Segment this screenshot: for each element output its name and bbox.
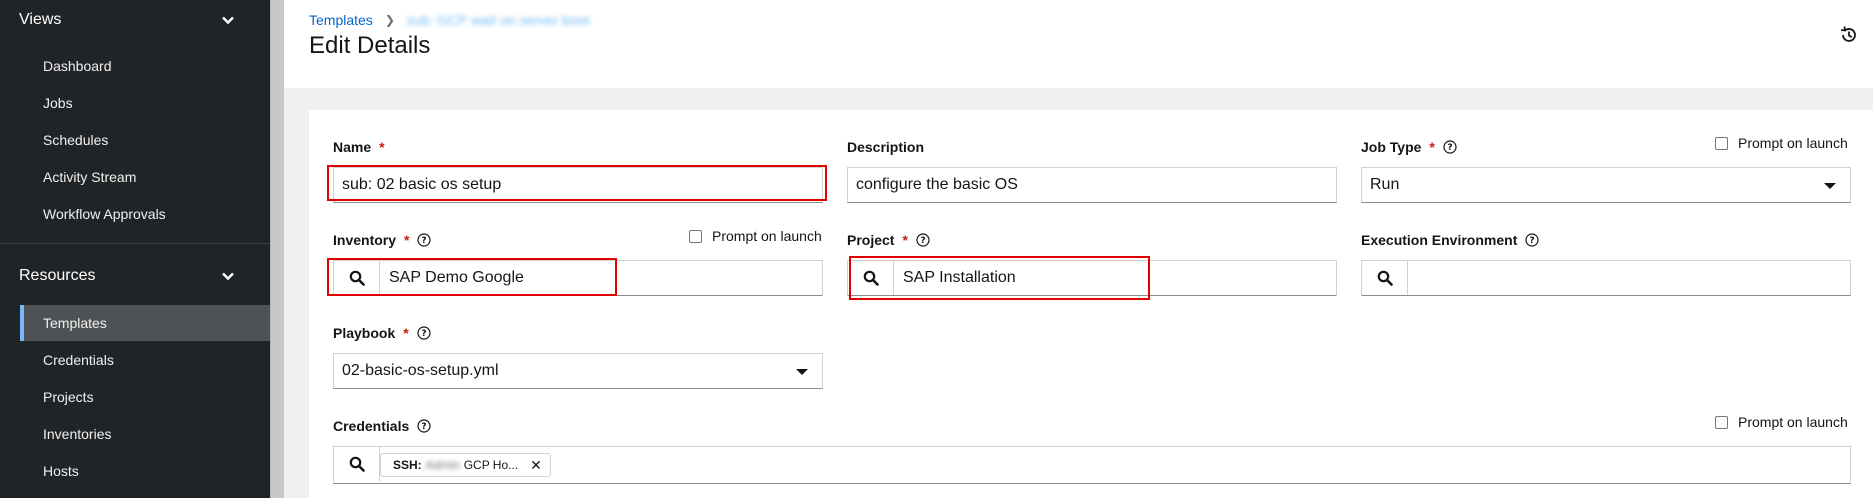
playbook-label-text: Playbook [333, 325, 396, 341]
svg-text:?: ? [1447, 143, 1452, 153]
svg-text:?: ? [422, 236, 427, 246]
job-type-prompt-checkbox[interactable]: Prompt on launch [1715, 135, 1848, 151]
credentials-label-text: Credentials [333, 418, 410, 434]
credential-chip-redacted: Admin [425, 458, 460, 472]
job-type-label: Job Type * ? [1361, 139, 1457, 155]
sidebar-item-templates[interactable]: Templates [20, 305, 270, 341]
help-icon[interactable]: ? [1443, 140, 1457, 154]
name-field[interactable]: sub: 02 basic os setup [333, 167, 823, 203]
job-type-label-text: Job Type [1361, 139, 1422, 155]
required-marker: * [902, 232, 908, 248]
credential-chip-type: SSH: [393, 458, 422, 472]
checkbox[interactable] [689, 229, 702, 243]
execution-environment-label: Execution Environment ? [1361, 232, 1539, 248]
sidebar-item-jobs[interactable]: Jobs [20, 85, 270, 121]
playbook-value: 02-basic-os-setup.yml [342, 362, 499, 379]
project-label-text: Project [847, 232, 895, 248]
job-type-value: Run [1370, 176, 1400, 193]
help-icon[interactable]: ? [417, 326, 431, 340]
sidebar-divider [0, 243, 270, 244]
credential-chip[interactable]: SSH: Admin GCP Ho... ✕ [380, 453, 551, 477]
inventory-value[interactable]: SAP Demo Google [389, 261, 524, 295]
sidebar: Views Dashboard Jobs Schedules Activity … [0, 0, 270, 498]
search-icon [349, 456, 365, 472]
description-label-text: Description [847, 139, 925, 155]
inventory-prompt-label: Prompt on launch [712, 228, 822, 244]
caret-down-icon [796, 369, 808, 375]
svg-text:?: ? [920, 236, 925, 246]
search-icon [1377, 270, 1393, 286]
sidebar-item-inventories[interactable]: Inventories [20, 416, 270, 452]
breadcrumb-separator-icon: ❯ [384, 13, 395, 27]
inventory-label-text: Inventory [333, 232, 397, 248]
playbook-label: Playbook * ? [333, 325, 431, 341]
nav-group-resources-label: Resources [19, 267, 96, 284]
svg-text:?: ? [422, 422, 427, 432]
svg-text:?: ? [1530, 236, 1535, 246]
inventory-lookup[interactable]: SAP Demo Google [333, 260, 823, 296]
breadcrumb-templates-link[interactable]: Templates [309, 12, 373, 28]
breadcrumb: Templates ❯ sub: GCP wait on server boot [309, 12, 589, 28]
chevron-down-icon [222, 272, 234, 281]
nav-group-resources[interactable]: Resources [0, 256, 270, 296]
help-icon[interactable]: ? [417, 233, 432, 247]
required-marker: * [404, 232, 410, 248]
credentials-lookup[interactable]: SSH: Admin GCP Ho... ✕ [333, 446, 1851, 484]
project-search-button[interactable] [848, 261, 894, 295]
credentials-search-button[interactable] [334, 447, 380, 481]
history-icon[interactable] [1839, 25, 1859, 45]
required-marker: * [1429, 139, 1435, 155]
name-label: Name * [333, 139, 385, 155]
name-label-text: Name [333, 139, 372, 155]
edit-form-card: Name * sub: 02 basic os setup Description… [309, 110, 1873, 498]
page-title: Edit Details [309, 32, 431, 59]
svg-text:?: ? [421, 329, 426, 339]
credentials-prompt-label: Prompt on launch [1738, 414, 1848, 430]
project-value[interactable]: SAP Installation [903, 261, 1016, 295]
execution-environment-search-button[interactable] [1362, 261, 1408, 295]
description-field[interactable]: configure the basic OS [847, 167, 1337, 203]
inventory-prompt-checkbox[interactable]: Prompt on launch [689, 228, 822, 244]
help-icon[interactable]: ? [916, 233, 930, 247]
required-marker: * [379, 139, 385, 155]
sidebar-item-credentials[interactable]: Credentials [20, 342, 270, 378]
inventory-search-button[interactable] [334, 261, 380, 295]
sidebar-item-projects[interactable]: Projects [20, 379, 270, 415]
sidebar-item-workflow-approvals[interactable]: Workflow Approvals [20, 196, 270, 232]
search-icon [863, 270, 879, 286]
job-type-prompt-label: Prompt on launch [1738, 135, 1848, 151]
search-icon [349, 270, 365, 286]
sidebar-item-activity-stream[interactable]: Activity Stream [20, 159, 270, 195]
page-header: Templates ❯ sub: GCP wait on server boot… [284, 0, 1873, 88]
close-icon[interactable]: ✕ [530, 457, 542, 474]
chevron-down-icon [222, 16, 234, 25]
project-lookup[interactable]: SAP Installation [847, 260, 1337, 296]
credentials-label: Credentials ? [333, 418, 431, 434]
credentials-prompt-checkbox[interactable]: Prompt on launch [1715, 414, 1848, 430]
sidebar-item-hosts[interactable]: Hosts [20, 453, 270, 489]
execution-environment-label-text: Execution Environment [1361, 232, 1518, 248]
caret-down-icon [1824, 183, 1836, 189]
sidebar-scrollbar[interactable] [270, 0, 284, 498]
execution-environment-lookup[interactable] [1361, 260, 1851, 296]
nav-group-views[interactable]: Views [0, 0, 270, 40]
checkbox[interactable] [1715, 136, 1728, 150]
credential-chip-label: GCP Ho... [463, 458, 519, 472]
sidebar-item-schedules[interactable]: Schedules [20, 122, 270, 158]
description-label: Description [847, 139, 924, 155]
playbook-select[interactable]: 02-basic-os-setup.yml [333, 353, 823, 389]
breadcrumb-current-template[interactable]: sub: GCP wait on server boot [407, 12, 590, 28]
nav-group-views-label: Views [19, 11, 62, 28]
project-label: Project * ? [847, 232, 930, 248]
help-icon[interactable]: ? [1525, 233, 1539, 247]
job-type-select[interactable]: Run [1361, 167, 1851, 203]
checkbox[interactable] [1715, 415, 1728, 429]
inventory-label: Inventory * ? [333, 232, 432, 248]
help-icon[interactable]: ? [417, 419, 431, 433]
required-marker: * [403, 325, 409, 341]
sidebar-item-dashboard[interactable]: Dashboard [20, 48, 270, 84]
